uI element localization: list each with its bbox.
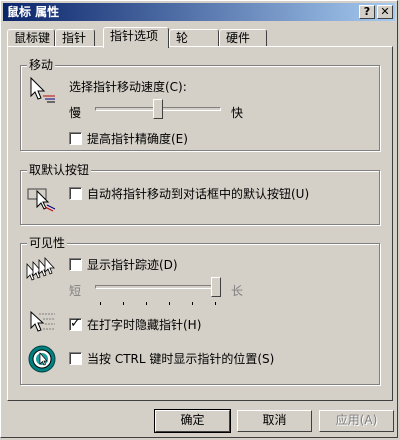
ok-button[interactable]: 确定 [154,409,231,433]
trails-short-label: 短 [69,284,82,298]
tab-hardware[interactable]: 硬件 [219,29,267,46]
speed-fast-label: 快 [231,106,244,120]
visibility-group: 可见性 显示指针踪迹(D) 短 长 ✓ 在打字时隐藏指针(H) 当按 CTRL … [20,235,380,385]
trails-long-label: 长 [231,284,244,298]
trails-slider-tick [100,302,101,305]
snap-to-checkbox[interactable] [69,187,82,200]
trails-slider-thumb[interactable] [211,277,221,297]
trails-slider[interactable] [91,276,227,310]
snap-to-group: 取默认按钮 自动将指针移动到对话框中的默认按钮(U) [20,162,380,225]
window-title: 鼠标 属性 [7,5,60,19]
precision-checkbox[interactable] [69,132,82,145]
trails-slider-tick [146,302,147,305]
title-bar[interactable]: 鼠标 属性 ? ✕ [3,3,395,21]
pointer-speed-icon [30,76,55,103]
trails-slider-tick [192,302,193,305]
motion-group-title: 移动 [27,57,56,73]
hide-while-typing-checkbox[interactable]: ✓ [69,316,82,331]
pointer-trails-icon [26,256,55,281]
trails-slider-tick [169,302,170,305]
snap-to-label[interactable]: 自动将指针移动到对话框中的默认按钮(U) [87,187,309,201]
help-button[interactable]: ? [359,5,375,19]
trails-slider-tick [123,302,124,305]
tab-pointers[interactable]: 指针 [55,29,95,46]
motion-group: 移动 选择指针移动速度(C): 慢 快 提高指针精确度(E) [20,57,380,151]
speed-slider-thumb[interactable] [153,99,163,119]
snap-to-group-title: 取默认按钮 [27,162,92,178]
tab-buttons[interactable]: 鼠标键 [7,29,55,46]
tab-pointer-options[interactable]: 指针选项 [103,27,169,48]
close-button[interactable]: ✕ [377,5,393,19]
hide-while-typing-label[interactable]: 在打字时隐藏指针(H) [87,318,201,332]
trails-checkbox[interactable] [69,258,82,271]
trails-slider-tick [215,302,216,305]
pointer-options-panel: 移动 选择指针移动速度(C): 慢 快 提高指针精确度(E) 取默认按钮 自动将… [7,46,393,401]
speed-label: 选择指针移动速度(C): [69,80,187,94]
mouse-properties-window: 鼠标 属性 ? ✕ 鼠标键 指针 指针选项 轮 硬件 移动 选择指针移动速度(C… [0,0,398,438]
visibility-group-title: 可见性 [27,235,68,251]
tab-wheel[interactable]: 轮 [169,29,219,46]
show-location-label[interactable]: 当按 CTRL 键时显示指针的位置(S) [87,352,274,366]
snap-to-default-icon [27,188,56,212]
speed-slider[interactable] [91,98,227,126]
speed-slow-label: 慢 [69,106,82,120]
precision-label[interactable]: 提高指针精确度(E) [87,132,188,146]
hide-while-typing-icon [30,310,55,332]
hide-while-typing-check-mark: ✓ [70,316,81,331]
trails-label[interactable]: 显示指针踪迹(D) [87,258,178,272]
trails-slider-track [95,285,221,289]
show-location-checkbox[interactable] [69,352,82,365]
show-location-icon [28,345,56,373]
cancel-button[interactable]: 取消 [237,410,312,432]
apply-button[interactable]: 应用(A) [319,410,394,432]
